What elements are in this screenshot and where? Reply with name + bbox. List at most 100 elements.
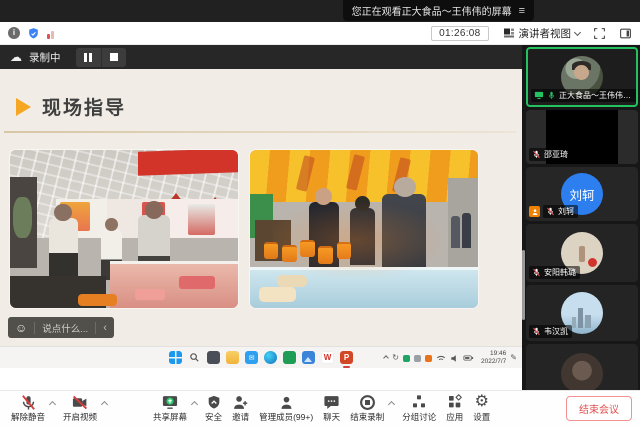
windows-start-icon — [169, 351, 182, 364]
shield-icon[interactable] — [27, 27, 40, 40]
photo-market-stall — [250, 150, 478, 308]
slide-title: 现场指导 — [42, 93, 126, 120]
share-screen-icon — [161, 394, 179, 410]
start-video-button[interactable]: 开启视频 — [58, 394, 102, 423]
wps-icon: W — [321, 351, 334, 364]
edge-browser-icon — [264, 351, 277, 364]
title-underline — [4, 131, 516, 133]
mic-muted-icon — [546, 207, 555, 216]
mic-muted-icon — [532, 150, 541, 159]
sync-icon: ↻ — [392, 354, 399, 362]
screen-share-icon — [534, 91, 544, 100]
stop-recording-button[interactable] — [101, 48, 126, 67]
top-banner-bar: 您正在观看正大食品～王伟伟的屏幕 ≡ — [0, 0, 640, 22]
chat-input[interactable]: 说点什么... — [42, 321, 88, 335]
meeting-window: 您正在观看正大食品～王伟伟的屏幕 ≡ i 01:26:08 演讲者视图 — [0, 0, 640, 426]
meeting-toolbar: 解除静音 开启视频 共享屏幕 — [0, 390, 640, 426]
chat-input-pill[interactable]: ☺ 说点什么... ‹ — [8, 317, 114, 338]
chat-bubble-icon — [323, 394, 340, 410]
green-app-icon — [283, 351, 296, 364]
pen-icon: ✎ — [510, 354, 517, 362]
view-mode-button[interactable]: 演讲者视图 — [503, 26, 581, 41]
side-panel-icon[interactable] — [619, 27, 632, 40]
participant-name: 邵亚琦 — [544, 149, 568, 160]
mic-muted-icon — [532, 268, 541, 277]
sidebar-scrollbar[interactable] — [522, 250, 525, 320]
system-tray: ↻ 19:46 2022/7/7 — [384, 347, 517, 369]
meeting-timer: 01:26:08 — [431, 26, 488, 41]
host-badge-icon — [529, 206, 540, 217]
unmute-button[interactable]: 解除静音 — [6, 394, 50, 423]
tray-expand-icon — [383, 355, 389, 361]
title-triangle-icon — [16, 98, 31, 116]
apps-button[interactable]: 应用 — [441, 394, 468, 423]
photo-meat-shop — [10, 150, 238, 308]
record-options-caret[interactable] — [388, 401, 395, 408]
recording-label: 录制中 — [29, 50, 61, 65]
stop-record-icon — [359, 394, 376, 410]
mail-icon: ✉ — [245, 351, 258, 364]
cloud-icon: ☁ — [10, 51, 22, 63]
shared-desktop-taskbar: ✉ W P ↻ — [0, 346, 522, 368]
recording-bar: ☁ 录制中 — [0, 45, 522, 69]
search-icon — [188, 351, 201, 364]
gear-icon: ⚙ — [475, 394, 489, 410]
participant-tile[interactable]: 邵亚琦 — [526, 110, 638, 164]
banner-menu-icon[interactable]: ≡ — [519, 5, 525, 17]
info-icon[interactable]: i — [8, 27, 20, 39]
taskbar-clock: 19:46 2022/7/7 — [481, 350, 506, 366]
share-screen-button[interactable]: 共享屏幕 — [148, 394, 192, 423]
mic-active-icon — [547, 91, 556, 100]
view-mode-label: 演讲者视图 — [519, 26, 572, 41]
pause-recording-button[interactable] — [76, 48, 101, 67]
breakout-rooms-icon — [411, 394, 427, 410]
participant-tile-active-speaker[interactable]: 正大食品～王伟伟的... — [526, 47, 638, 107]
layout-icon — [503, 27, 515, 39]
apps-grid-icon — [447, 394, 463, 410]
mute-options-caret[interactable] — [49, 401, 56, 408]
file-explorer-icon — [226, 351, 239, 364]
fullscreen-icon[interactable] — [593, 27, 606, 40]
participant-tile[interactable]: 安阳韩璐 — [526, 224, 638, 282]
invite-button[interactable]: 邀请 — [227, 394, 254, 423]
mic-muted-icon — [532, 327, 541, 336]
collapse-chat-icon[interactable]: ‹ — [103, 322, 107, 334]
mic-muted-icon — [20, 394, 37, 410]
taskbar-time: 19:46 — [490, 350, 506, 357]
participant-name: 韦汉凯 — [544, 326, 568, 337]
end-meeting-button[interactable]: 结束会议 — [566, 396, 632, 421]
taskbar-date: 2022/7/7 — [481, 358, 506, 365]
breakout-rooms-button[interactable]: 分组讨论 — [397, 394, 441, 423]
shared-screen: ☁ 录制中 现场指导 — [0, 45, 522, 390]
security-button[interactable]: 安全 — [200, 394, 227, 423]
battery-icon — [463, 354, 474, 362]
emoji-icon[interactable]: ☺ — [15, 321, 27, 335]
presentation-slide: 现场指导 — [0, 69, 522, 346]
tray-green-icon — [403, 355, 410, 362]
share-bottom-strip — [0, 368, 522, 390]
tray-wps-cloud-icon — [425, 355, 432, 362]
participants-sidebar: 正大食品～王伟伟的... 邵亚琦 刘轲 — [522, 45, 640, 390]
powerpoint-icon: P — [340, 351, 353, 364]
main-area: ☁ 录制中 现场指导 — [0, 45, 640, 390]
camera-off-icon — [71, 394, 89, 410]
participant-tile[interactable]: 韦汉凯 — [526, 285, 638, 341]
chat-button[interactable]: 聊天 — [318, 394, 345, 423]
volume-icon — [450, 354, 459, 363]
watching-banner-text: 您正在观看正大食品～王伟伟的屏幕 — [352, 3, 512, 18]
manage-members-button[interactable]: 管理成员(99+) — [254, 394, 318, 423]
participant-tile[interactable]: 刘轲 刘轲 — [526, 167, 638, 221]
video-options-caret[interactable] — [101, 401, 108, 408]
tray-mic-icon — [414, 355, 421, 362]
network-signal-icon[interactable] — [47, 28, 54, 39]
settings-button[interactable]: ⚙ 设置 — [468, 394, 495, 423]
participant-tile[interactable] — [526, 344, 638, 390]
photos-app-icon — [302, 351, 315, 364]
wifi-icon — [436, 354, 446, 363]
taskview-icon — [207, 351, 220, 364]
stop-record-button[interactable]: 结束录制 — [345, 394, 389, 423]
participant-name: 正大食品～王伟伟的... — [559, 90, 635, 101]
share-options-caret[interactable] — [191, 401, 198, 408]
person-icon — [278, 394, 295, 410]
chevron-down-icon — [574, 28, 581, 35]
